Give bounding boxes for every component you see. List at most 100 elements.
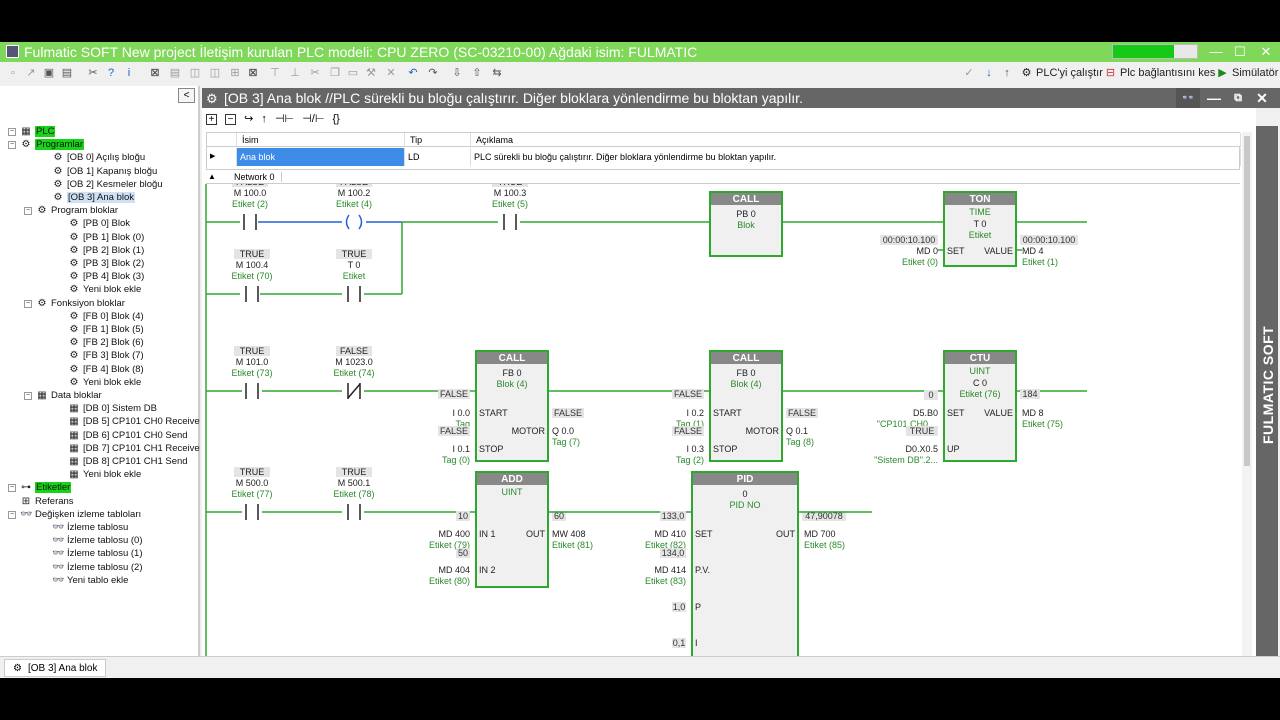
pin-set: SET — [947, 408, 965, 418]
function-block-icon[interactable]: {} — [333, 113, 340, 125]
cut-icon[interactable]: ✂ — [308, 66, 322, 80]
tree-item[interactable]: ⚙ [OB 3] Ana blok — [52, 192, 136, 204]
tree-item[interactable]: ⊶ Etiketler — [20, 482, 72, 494]
arrow-down-icon[interactable]: ↓ — [982, 66, 996, 80]
tree-expander[interactable]: − — [24, 207, 32, 216]
tools2-icon[interactable]: ⚒ — [364, 66, 378, 80]
tree-item[interactable]: ⚙ Programlar — [20, 139, 84, 151]
block-number: T 0 — [974, 219, 987, 229]
tree-expander[interactable]: − — [24, 392, 32, 400]
gear-icon: ⚙ — [53, 178, 63, 190]
minimize-button[interactable]: — — [1204, 42, 1228, 62]
ctu-up-tag: "Sistem DB".2... — [874, 455, 938, 465]
tree-item[interactable]: ⚙ [PB 1] Blok (0) — [68, 232, 145, 244]
tree-item[interactable]: ⚙ [FB 1] Blok (5) — [68, 324, 144, 336]
panel-close-button[interactable]: ✕ — [1250, 88, 1274, 108]
monitor-icon[interactable]: 👓 — [1176, 88, 1200, 108]
block-type-cell[interactable]: LD — [405, 148, 471, 166]
tree-expander[interactable]: − — [24, 299, 32, 308]
tree-item[interactable]: ⚙ [FB 2] Blok (6) — [68, 337, 144, 349]
tree-item[interactable]: 👓 Değişken izleme tabloları — [20, 509, 141, 521]
tree-item[interactable]: ⊞ Referans — [20, 496, 74, 508]
run-plc-button[interactable]: ⚙ PLC'yi çalıştır — [1020, 66, 1103, 79]
upload-icon[interactable]: ⇧ — [470, 66, 484, 80]
scrollbar-thumb[interactable] — [1244, 136, 1250, 466]
tree-item[interactable]: ⚙ Program bloklar — [36, 205, 119, 217]
collapse-icon[interactable]: − — [225, 114, 237, 125]
tree-item[interactable]: 👓 İzleme tablosu — [52, 522, 128, 534]
tools-icon[interactable]: ✂ — [86, 66, 100, 80]
copy-icon[interactable]: ❐ — [328, 66, 342, 80]
tree-item[interactable]: ⚙ [PB 3] Blok (2) — [68, 258, 145, 270]
tree-item[interactable]: ▦ [DB 7] CP101 CH1 Receive — [68, 443, 199, 455]
tree-item[interactable]: ⚙ Fonksiyon bloklar — [36, 298, 125, 310]
tree-item[interactable]: ▦ [DB 0] Sistem DB — [68, 403, 157, 415]
tree-item[interactable]: 👓 Yeni tablo ekle — [52, 575, 128, 587]
tree-item[interactable]: ⚙ [OB 0] Açılış bloğu — [52, 152, 146, 164]
edit-icon[interactable]: ⊠ — [148, 66, 162, 80]
save-icon[interactable]: ▣ — [42, 66, 56, 80]
ladder-canvas: FALSEM 100.0Etiket (2)FALSEM 100.2Etiket… — [205, 184, 1087, 662]
tree-item[interactable]: ▦ [DB 5] CP101 CH0 Receive — [68, 416, 199, 428]
cancel-icon[interactable]: ✕ — [384, 66, 398, 80]
branch-icon[interactable]: ⊤ — [268, 66, 282, 80]
tree-item[interactable]: ▦ [DB 6] CP101 CH0 Send — [68, 430, 187, 442]
branch-up-arrow-icon[interactable]: ↑ — [261, 113, 267, 125]
arrow-up-icon[interactable]: ↑ — [1000, 66, 1014, 80]
tree-item[interactable]: ▦ PLC — [20, 126, 56, 138]
tree-item[interactable]: ▦ [DB 8] CP101 CH1 Send — [68, 456, 187, 468]
tree-item[interactable]: ⚙ Yeni blok ekle — [68, 377, 142, 389]
tree-item[interactable]: ⚙ [PB 4] Blok (3) — [68, 271, 145, 283]
undo-icon[interactable]: ↶ — [406, 66, 420, 80]
tree-item[interactable]: ⚙ [PB 2] Blok (1) — [68, 245, 145, 257]
open-icon[interactable]: ↗ — [24, 66, 38, 80]
block-name-cell[interactable]: Ana blok — [237, 148, 405, 166]
tree-item[interactable]: ▦ Yeni blok ekle — [68, 469, 141, 481]
tree-expander[interactable]: − — [8, 141, 16, 150]
download-icon[interactable]: ⇩ — [450, 66, 464, 80]
contact-no-icon[interactable]: ⊣⊢ — [275, 112, 294, 125]
tree-item[interactable]: ⚙ [FB 3] Blok (7) — [68, 350, 144, 362]
disconnect-button[interactable]: ⊟ Plc bağlantısını kes — [1104, 66, 1216, 79]
compare-icon[interactable]: ⇆ — [490, 66, 504, 80]
maximize-button[interactable]: ☐ — [1228, 42, 1252, 62]
new-icon[interactable]: ▫ — [6, 66, 20, 80]
delete-icon[interactable]: ⊠ — [246, 66, 260, 80]
block-desc-cell[interactable]: PLC sürekli bu bloğu çalıştırır. Diğer b… — [471, 148, 1241, 166]
tree-expander[interactable]: − — [8, 510, 16, 519]
tree-expander[interactable]: − — [8, 128, 16, 136]
tree-item[interactable]: ▦ Data bloklar — [36, 390, 101, 402]
branch-arrow-icon[interactable]: ↪ — [244, 112, 253, 125]
collapse-sidebar-button[interactable]: < — [178, 88, 195, 103]
panel-maximize-button[interactable]: ⧉ — [1226, 88, 1250, 108]
expand-icon[interactable]: + — [206, 114, 217, 125]
branch-up-icon[interactable]: ⊥ — [288, 66, 302, 80]
grid-icon[interactable]: ⊞ — [228, 66, 242, 80]
insert-row-icon[interactable]: ▤ — [168, 66, 182, 80]
tree-item[interactable]: ⚙ [FB 0] Blok (4) — [68, 311, 144, 323]
tree-item[interactable]: ⚙ [FB 4] Blok (8) — [68, 364, 144, 376]
network-toggle-icon[interactable]: ▲ — [208, 172, 216, 181]
split-icon[interactable]: ◫ — [208, 66, 222, 80]
insert-col-icon[interactable]: ◫ — [188, 66, 202, 80]
contact-nc-icon[interactable]: ⊣/⊢ — [302, 112, 324, 125]
open-tab-ob3[interactable]: ⚙ [OB 3] Ana blok — [4, 659, 107, 677]
tree-item[interactable]: 👓 İzleme tablosu (0) — [52, 535, 143, 547]
tree-item[interactable]: 👓 İzleme tablosu (2) — [52, 562, 143, 574]
check-icon[interactable]: ✓ — [962, 66, 976, 80]
tree-expander[interactable]: − — [8, 484, 16, 493]
panel-minimize-button[interactable]: — — [1202, 88, 1226, 108]
simulator-button[interactable]: ▶ Simülatör — [1216, 66, 1278, 79]
tree-item[interactable]: ⚙ [PB 0] Blok — [68, 218, 130, 230]
help-icon[interactable]: ? — [104, 66, 118, 80]
print-icon[interactable]: ▤ — [60, 66, 74, 80]
info-icon[interactable]: i — [122, 66, 136, 80]
paste-icon[interactable]: ▭ — [346, 66, 360, 80]
tree-item[interactable]: ⚙ [OB 2] Kesmeler bloğu — [52, 179, 163, 191]
close-button[interactable]: ✕ — [1254, 42, 1278, 62]
redo-icon[interactable]: ↷ — [426, 66, 440, 80]
tree-item[interactable]: ⚙ [OB 1] Kapanış bloğu — [52, 166, 158, 178]
tree-item[interactable]: ⚙ Yeni blok ekle — [68, 284, 142, 296]
tree-item[interactable]: 👓 İzleme tablosu (1) — [52, 548, 143, 560]
vertical-scrollbar[interactable] — [1242, 132, 1252, 662]
